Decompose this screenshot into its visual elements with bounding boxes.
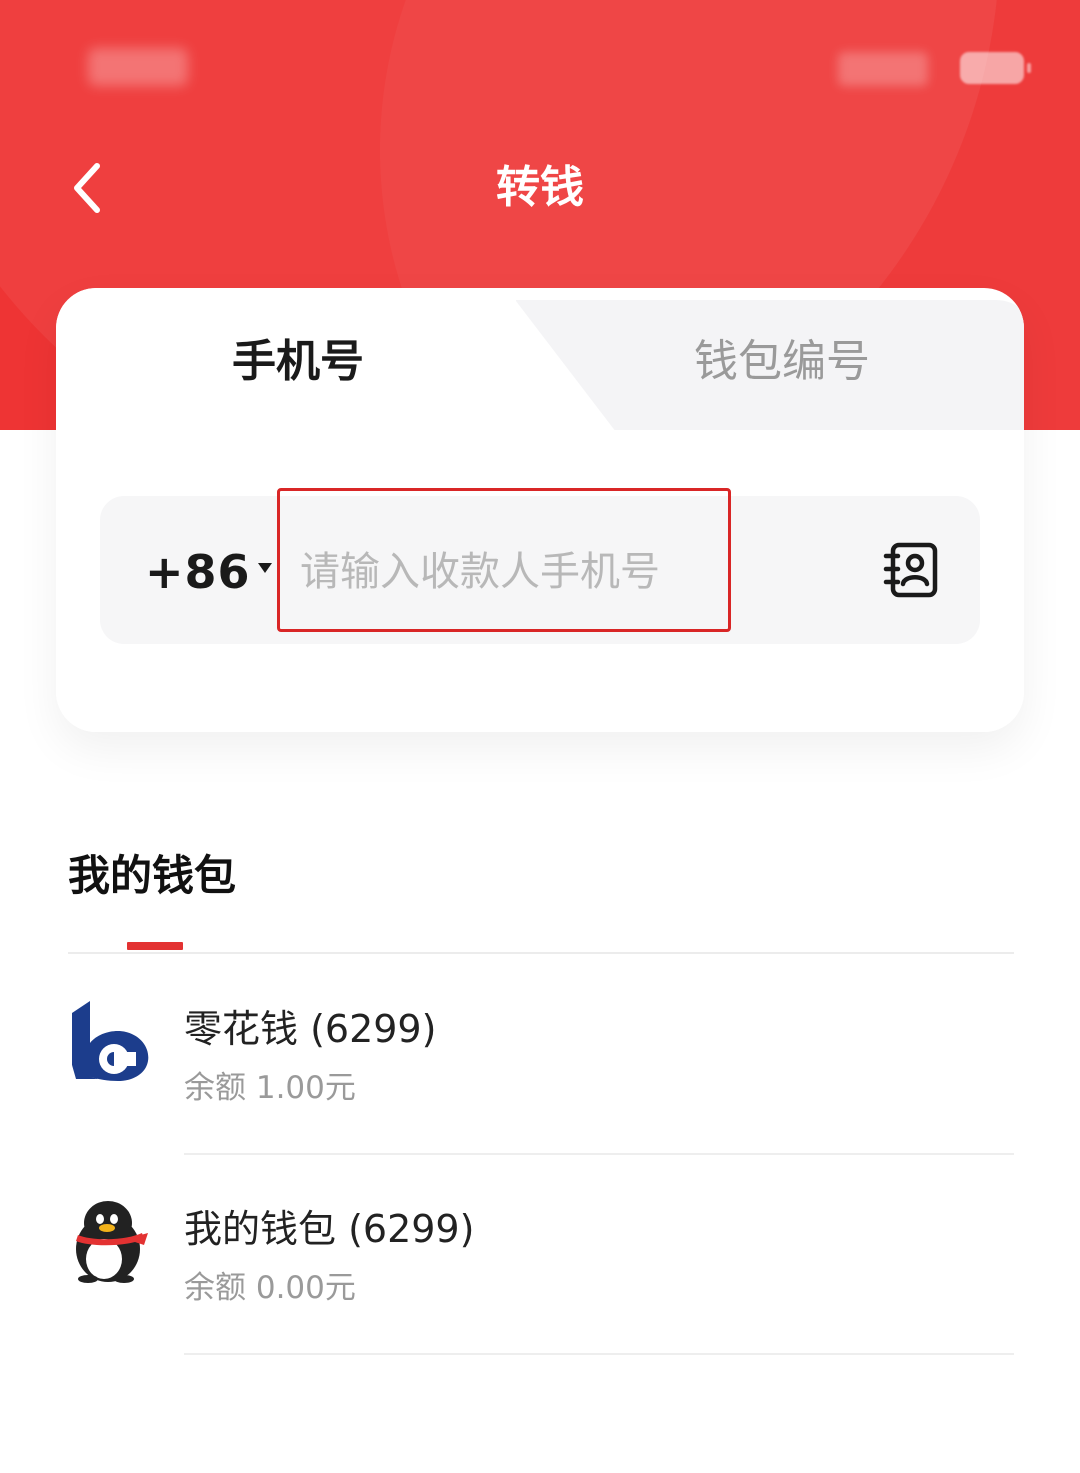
wallet-divider <box>184 1353 1014 1355</box>
transfer-screen: 转钱 手机号 钱包编号 +86 我的钱包 零花钱 <box>0 0 1080 1473</box>
contact-book-icon <box>883 542 938 598</box>
battery-icon <box>960 52 1031 84</box>
bank-logo-icon <box>72 1001 149 1081</box>
section-divider <box>68 952 1014 954</box>
penguin-icon <box>76 1201 148 1283</box>
wallet-name: 我的钱包 (6299) <box>184 1207 475 1251</box>
country-code-select[interactable]: +86 <box>145 540 251 604</box>
contacts-button[interactable] <box>880 538 944 604</box>
wallet-item[interactable]: 我的钱包 (6299) 余额 0.00元 <box>0 1155 1080 1355</box>
wallet-balance: 余额 1.00元 <box>184 1070 356 1106</box>
wallet-item[interactable]: 零花钱 (6299) 余额 1.00元 <box>0 955 1080 1155</box>
wallet-balance: 余额 0.00元 <box>184 1270 356 1306</box>
tab-wallet-id[interactable]: 钱包编号 <box>540 288 1024 432</box>
recipient-phone-input[interactable] <box>300 540 720 604</box>
tab-phone-number[interactable]: 手机号 <box>56 288 540 432</box>
caret-down-icon <box>258 563 272 573</box>
section-underline <box>127 942 183 950</box>
signal-icon <box>838 52 928 86</box>
status-bar-time <box>88 48 188 86</box>
page-title: 转钱 <box>496 162 584 213</box>
section-title-my-wallet: 我的钱包 <box>68 851 237 900</box>
wallet-name: 零花钱 (6299) <box>184 1007 437 1051</box>
